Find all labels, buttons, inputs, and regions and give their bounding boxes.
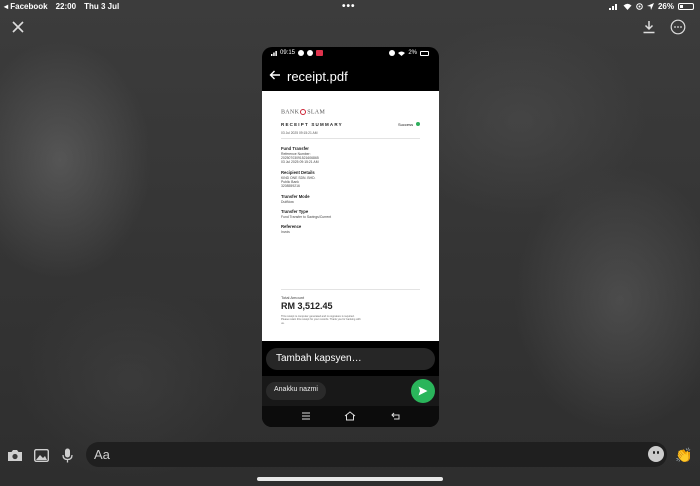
recent-apps-icon xyxy=(299,410,313,422)
message-composer xyxy=(86,442,667,467)
phone-signal-icon xyxy=(271,50,277,56)
location-icon xyxy=(646,3,654,10)
emoji-icon[interactable] xyxy=(648,446,664,462)
section-heading: Recipient Details xyxy=(281,170,315,175)
gallery-button[interactable] xyxy=(31,445,51,465)
caption-field: Tambah kapsyen… xyxy=(266,348,435,370)
section-line: Fund Transfer to Savings/Current xyxy=(281,215,332,219)
total-amount-label: Total Amount xyxy=(281,295,305,300)
android-nav-bar xyxy=(262,406,439,427)
camera-button[interactable] xyxy=(5,445,25,465)
back-to-app-link[interactable]: ◂ Facebook xyxy=(4,2,48,11)
section-heading: Transfer Type xyxy=(281,209,309,214)
wave-emoji-button[interactable]: 👏 xyxy=(675,446,692,464)
phone-status-bar: 09:15 2% xyxy=(262,47,439,61)
section-line: 3208559216 xyxy=(281,184,300,188)
message-input[interactable] xyxy=(94,446,634,463)
microphone-icon xyxy=(61,448,73,462)
section-line: DuitNow xyxy=(281,200,294,204)
multitasking-dots[interactable]: ••• xyxy=(342,1,356,12)
receipt-date: 03 Jul 2025 09:15:21 AM xyxy=(281,131,318,135)
transaction-status: Success xyxy=(398,122,414,127)
success-check-icon xyxy=(416,122,420,126)
back-arrow-icon xyxy=(269,70,280,80)
orientation-lock-icon xyxy=(636,3,643,10)
phone-battery-icon xyxy=(420,50,429,56)
voice-button[interactable] xyxy=(57,445,77,465)
receipt-document: BANK SLAM RECEIPT SUMMARY Success 03 Jul … xyxy=(262,91,439,341)
section-line: Invois xyxy=(281,230,290,234)
gallery-icon xyxy=(33,448,49,462)
notification-icon xyxy=(298,50,305,56)
system-status-bar: ◂ Facebook 22:00 Thu 3 Jul ••• 26% xyxy=(0,0,700,14)
more-options-button[interactable] xyxy=(667,16,689,38)
divider xyxy=(281,138,420,139)
bank-logo-prefix: BANK xyxy=(281,109,300,116)
close-icon xyxy=(12,21,24,33)
pdf-title: receipt.pdf xyxy=(287,69,348,84)
app-notification-icon xyxy=(307,50,314,56)
section-heading: Fund Transfer xyxy=(281,146,309,151)
receipt-title: RECEIPT SUMMARY xyxy=(281,122,343,127)
phone-wifi-icon xyxy=(398,51,406,56)
home-indicator[interactable] xyxy=(257,477,443,481)
download-icon xyxy=(643,21,655,34)
receipt-disclaimer: This receipt is computer generated and n… xyxy=(281,315,361,325)
battery-percent: 26% xyxy=(657,2,674,11)
shared-screenshot: 09:15 2% receipt.pdf BANK SLAM RECEIPT SU… xyxy=(262,47,439,427)
bank-logo-suffix: SLAM xyxy=(307,109,326,116)
close-button[interactable] xyxy=(7,16,29,38)
recipient-bar: Anakku nazmi xyxy=(262,376,439,406)
phone-clock: 09:15 xyxy=(280,50,296,56)
pdf-header: receipt.pdf xyxy=(262,65,439,89)
clock: 22:00 xyxy=(55,2,77,11)
section-heading: Transfer Mode xyxy=(281,194,310,199)
home-icon xyxy=(343,410,357,422)
divider xyxy=(281,289,420,290)
send-button xyxy=(411,379,435,403)
wifi-icon xyxy=(623,3,632,10)
send-icon xyxy=(418,386,428,396)
recipient-chip: Anakku nazmi xyxy=(266,382,326,400)
camera-icon xyxy=(8,449,22,461)
signal-icon xyxy=(608,4,617,10)
date: Thu 3 Jul xyxy=(84,2,120,11)
phone-battery-percent: 2% xyxy=(408,50,417,56)
bank-logo-mark-icon xyxy=(300,109,307,115)
back-icon xyxy=(389,410,403,422)
red-app-icon xyxy=(316,50,324,56)
download-button[interactable] xyxy=(638,16,660,38)
bank-logo: BANK SLAM xyxy=(281,109,325,115)
total-amount: RM 3,512.45 xyxy=(281,301,333,311)
more-options-icon xyxy=(670,19,686,35)
section-line: 03 Jul 2025 09:15:21 AM xyxy=(281,160,319,164)
battery-icon xyxy=(678,3,694,10)
section-heading: Reference xyxy=(281,224,302,229)
alarm-icon xyxy=(389,50,396,56)
